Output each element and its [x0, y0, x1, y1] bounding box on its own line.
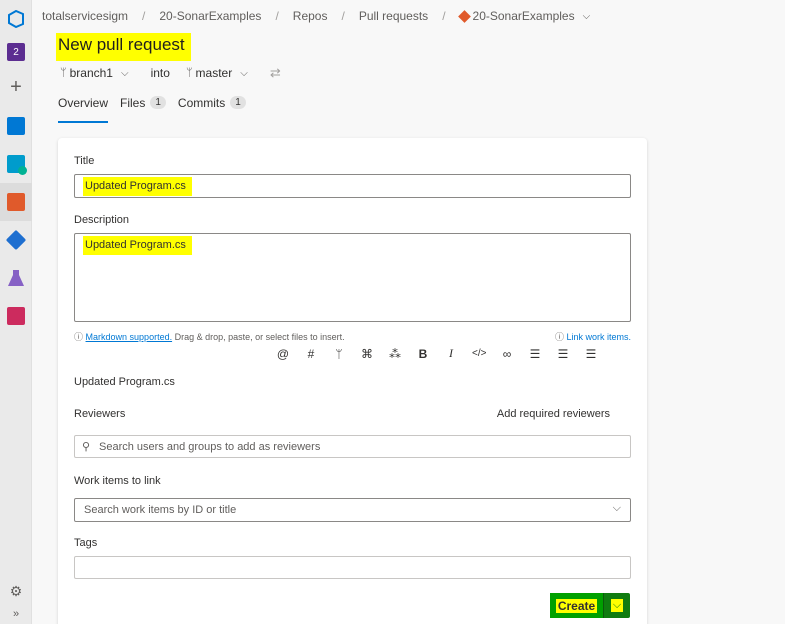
create-button-label: Create	[555, 598, 598, 613]
breadcrumb: totalservicesigm / 20-SonarExamples / Re…	[32, 0, 785, 32]
commits-count-badge: 1	[230, 96, 246, 109]
format-icon[interactable]: ⁂	[388, 347, 402, 361]
mention-icon[interactable]: @	[276, 347, 290, 361]
add-icon[interactable]: +	[0, 68, 32, 106]
tab-overview[interactable]: Overview	[58, 96, 109, 123]
repos-icon[interactable]	[0, 183, 32, 221]
pull-request-form: Title Updated Program.cs Description Upd…	[58, 138, 647, 624]
work-items-label: Work items to link	[74, 475, 161, 487]
description-label: Description	[74, 214, 130, 226]
breadcrumb-org[interactable]: totalservicesigm	[38, 9, 132, 23]
tab-overview-label: Overview	[58, 96, 109, 110]
title-value: Updated Program.cs	[83, 177, 192, 196]
checklist-icon[interactable]: ☰	[584, 347, 598, 361]
chevron-down-icon: ⌵	[240, 67, 248, 79]
pipelines-icon[interactable]	[0, 221, 32, 259]
page-title: New pull request	[56, 33, 191, 61]
markdown-supported-link[interactable]: Markdown supported.	[86, 332, 173, 342]
attach-icon[interactable]: ⌘	[360, 347, 374, 361]
tab-commits[interactable]: Commits 1	[178, 96, 246, 123]
info-icon: ⓘ	[554, 332, 564, 342]
boards-icon[interactable]	[0, 145, 32, 183]
reviewers-placeholder: Search users and groups to add as review…	[99, 441, 321, 453]
reviewers-search-input[interactable]: ⚲ Search users and groups to add as revi…	[74, 435, 631, 458]
numbered-list-icon[interactable]: ☰	[556, 347, 570, 361]
pull-request-link-icon[interactable]: ᛘ	[332, 347, 346, 361]
target-branch-dropdown[interactable]: ᛘ master ⌵	[186, 66, 248, 80]
tab-commits-label: Commits	[177, 96, 226, 110]
bulleted-list-icon[interactable]: ☰	[528, 347, 542, 361]
add-required-reviewers-button[interactable]: Add required reviewers	[497, 408, 610, 420]
tab-bar: Overview Files 1 Commits 1	[58, 96, 258, 123]
expand-icon[interactable]: »	[0, 604, 32, 624]
create-button-group: Create ⌵	[550, 593, 630, 618]
description-preview: Updated Program.cs	[74, 376, 175, 388]
markdown-toolbar: @ # ᛘ ⌘ ⁂ B I </> ∞ ☰ ☰ ☰	[276, 346, 598, 361]
chevron-down-icon: ⌵	[610, 599, 624, 612]
overview-icon[interactable]	[0, 107, 32, 145]
link-work-items-hint: ⓘ Link work items.	[555, 330, 631, 343]
source-branch-dropdown[interactable]: ᛘ branch1 ⌵	[60, 66, 129, 80]
files-count-badge: 1	[150, 96, 166, 109]
create-button[interactable]: Create	[550, 593, 604, 618]
person-icon: ⚲	[82, 441, 91, 453]
chevron-down-icon: ⌵	[120, 67, 129, 79]
chevron-down-icon: ⌵	[582, 10, 591, 22]
git-repo-icon	[457, 9, 471, 23]
breadcrumb-pull-requests[interactable]: Pull requests	[355, 9, 432, 23]
title-input[interactable]: Updated Program.cs	[74, 174, 631, 198]
swap-branches-icon[interactable]: ⇄	[270, 65, 281, 81]
breadcrumb-repos[interactable]: Repos	[289, 9, 332, 23]
info-icon: ⓘ	[74, 332, 84, 342]
title-label: Title	[74, 155, 95, 167]
tab-files[interactable]: Files 1	[120, 96, 166, 123]
italic-icon[interactable]: I	[444, 346, 458, 361]
branch-icon: ᛘ	[60, 67, 67, 79]
repo-selector[interactable]: 20-SonarExamples ⌵	[456, 9, 595, 23]
description-value: Updated Program.cs	[83, 236, 192, 255]
breadcrumb-separator: /	[442, 9, 446, 23]
markdown-hint: ⓘ Markdown supported. Drag & drop, paste…	[74, 330, 345, 343]
chevron-down-icon: ⌵	[612, 502, 621, 514]
reviewers-label: Reviewers	[74, 408, 126, 420]
tab-files-label: Files	[120, 96, 146, 110]
code-icon[interactable]: </>	[472, 348, 486, 359]
link-work-items-link[interactable]: Link work items.	[566, 332, 631, 342]
bold-icon[interactable]: B	[416, 347, 430, 361]
source-branch-label: branch1	[69, 66, 113, 80]
hashtag-icon[interactable]: #	[304, 347, 318, 361]
drag-drop-hint: Drag & drop, paste, or select files to i…	[174, 332, 345, 342]
create-options-dropdown[interactable]: ⌵	[604, 593, 630, 618]
breadcrumb-separator: /	[142, 9, 146, 23]
breadcrumb-separator: /	[275, 9, 279, 23]
tags-input[interactable]	[74, 556, 631, 579]
artifacts-icon[interactable]	[0, 297, 32, 335]
test-plans-icon[interactable]	[0, 259, 32, 297]
into-label: into	[150, 66, 170, 80]
target-branch-label: master	[195, 66, 233, 80]
breadcrumb-project[interactable]: 20-SonarExamples	[155, 9, 265, 23]
tags-label: Tags	[74, 537, 98, 549]
branch-icon: ᛘ	[185, 67, 193, 79]
work-items-placeholder: Search work items by ID or title	[84, 504, 237, 516]
breadcrumb-separator: /	[341, 9, 345, 23]
description-textarea[interactable]: Updated Program.cs	[74, 233, 631, 322]
repo-name: 20-SonarExamples	[472, 9, 575, 23]
left-rail: 2 + ⚙ »	[0, 0, 32, 624]
branch-selector-bar: ᛘ branch1 ⌵ into ᛘ master ⌵ ⇄	[60, 64, 281, 82]
link-icon[interactable]: ∞	[500, 347, 514, 361]
work-items-dropdown[interactable]: Search work items by ID or title ⌵	[74, 498, 631, 522]
project-avatar[interactable]: 2	[0, 33, 32, 71]
